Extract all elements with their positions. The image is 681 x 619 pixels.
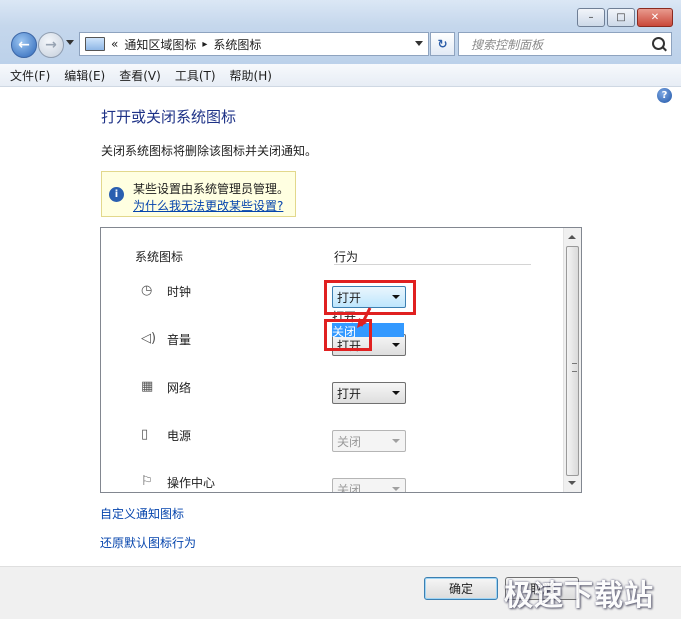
page-description: 关闭系统图标将删除该图标并关闭通知。	[101, 144, 318, 158]
customize-notification-icons-link[interactable]: 自定义通知图标	[100, 505, 184, 522]
why-cannot-change-link[interactable]: 为什么我无法更改某些设置?	[133, 197, 283, 214]
watermark-logo: 极速下载站	[504, 578, 655, 612]
search-icon[interactable]	[652, 37, 665, 50]
system-icons-list[interactable]: 系统图标 行为 ◷ 时钟 打开 ◁) 音量 打开 打开 关闭 ▦ 网络 打开 ▯…	[100, 227, 582, 493]
power-icon: ▯	[141, 427, 149, 442]
menu-edit[interactable]: 编辑(E)	[64, 67, 105, 84]
volume-icon: ◁)	[141, 331, 157, 346]
action-center-behavior-select: 关闭	[332, 478, 406, 493]
ok-button[interactable]: 确定	[424, 577, 498, 600]
row-label-volume: 音量	[167, 333, 192, 347]
back-arrow-icon: ←	[18, 37, 30, 53]
row-label-power: 电源	[167, 429, 192, 443]
breadcrumb-separator-icon[interactable]: ▸	[202, 39, 207, 50]
chevron-down-icon	[392, 391, 400, 395]
menu-view[interactable]: 查看(V)	[119, 67, 161, 84]
address-dropdown-icon[interactable]	[415, 41, 423, 46]
recent-pages-dropdown-icon[interactable]	[66, 40, 74, 45]
info-icon: i	[109, 187, 124, 202]
header-divider	[334, 264, 531, 265]
scroll-down-icon[interactable]	[568, 481, 576, 485]
control-panel-window: – □ ✕ ← → « 通知区域图标 ▸ 系统图标 ↻ 搜索控制面板 文件(F)…	[0, 0, 681, 619]
address-bar[interactable]: « 通知区域图标 ▸ 系统图标	[79, 32, 429, 56]
caption-buttons: – □ ✕	[577, 8, 673, 27]
network-behavior-select[interactable]: 打开	[332, 382, 406, 404]
power-behavior-value: 关闭	[337, 435, 362, 449]
annotation-arrow-icon	[357, 307, 372, 328]
power-behavior-select: 关闭	[332, 430, 406, 452]
close-button[interactable]: ✕	[637, 8, 673, 27]
breadcrumb-notification-area[interactable]: 通知区域图标	[124, 36, 196, 53]
chevron-down-icon	[392, 487, 400, 491]
minimize-button[interactable]: –	[577, 8, 605, 27]
list-scrollbar[interactable]	[563, 228, 581, 492]
chevron-down-icon	[392, 439, 400, 443]
column-header-icons: 系统图标	[135, 250, 184, 264]
breadcrumb-overflow[interactable]: «	[111, 37, 118, 51]
back-button[interactable]: ←	[11, 32, 37, 58]
forward-button[interactable]: →	[38, 32, 64, 58]
network-icon: ▦	[141, 379, 154, 394]
action-center-behavior-value: 关闭	[337, 483, 362, 493]
admin-info-box: i 某些设置由系统管理员管理。 为什么我无法更改某些设置?	[101, 171, 296, 217]
column-header-behavior: 行为	[334, 250, 359, 264]
admin-info-text: 某些设置由系统管理员管理。	[133, 182, 290, 196]
restore-default-behavior-link[interactable]: 还原默认图标行为	[100, 534, 196, 551]
menu-help[interactable]: 帮助(H)	[230, 67, 272, 84]
forward-arrow-icon: →	[45, 37, 57, 53]
clock-icon: ◷	[141, 283, 153, 298]
scroll-thumb[interactable]	[566, 246, 579, 476]
search-placeholder: 搜索控制面板	[471, 38, 544, 52]
menu-tools[interactable]: 工具(T)	[175, 67, 216, 84]
scroll-up-icon[interactable]	[568, 235, 576, 239]
maximize-button[interactable]: □	[607, 8, 635, 27]
row-label-action-center: 操作中心	[167, 476, 216, 490]
refresh-button[interactable]: ↻	[430, 32, 455, 56]
flag-icon: ⚐	[141, 474, 153, 489]
refresh-icon: ↻	[437, 37, 448, 51]
help-icon[interactable]: ?	[657, 88, 672, 103]
menu-file[interactable]: 文件(F)	[10, 67, 50, 84]
row-label-clock: 时钟	[167, 285, 192, 299]
page-title: 打开或关闭系统图标	[101, 108, 237, 126]
search-box[interactable]: 搜索控制面板	[458, 32, 672, 56]
network-behavior-value: 打开	[337, 387, 362, 401]
row-label-network: 网络	[167, 381, 192, 395]
breadcrumb-system-icons[interactable]: 系统图标	[213, 36, 261, 53]
scroll-grip-icon	[572, 363, 577, 372]
chevron-down-icon	[392, 343, 400, 347]
control-panel-icon	[85, 37, 105, 51]
menu-bar: 文件(F) 编辑(E) 查看(V) 工具(T) 帮助(H)	[0, 64, 681, 87]
